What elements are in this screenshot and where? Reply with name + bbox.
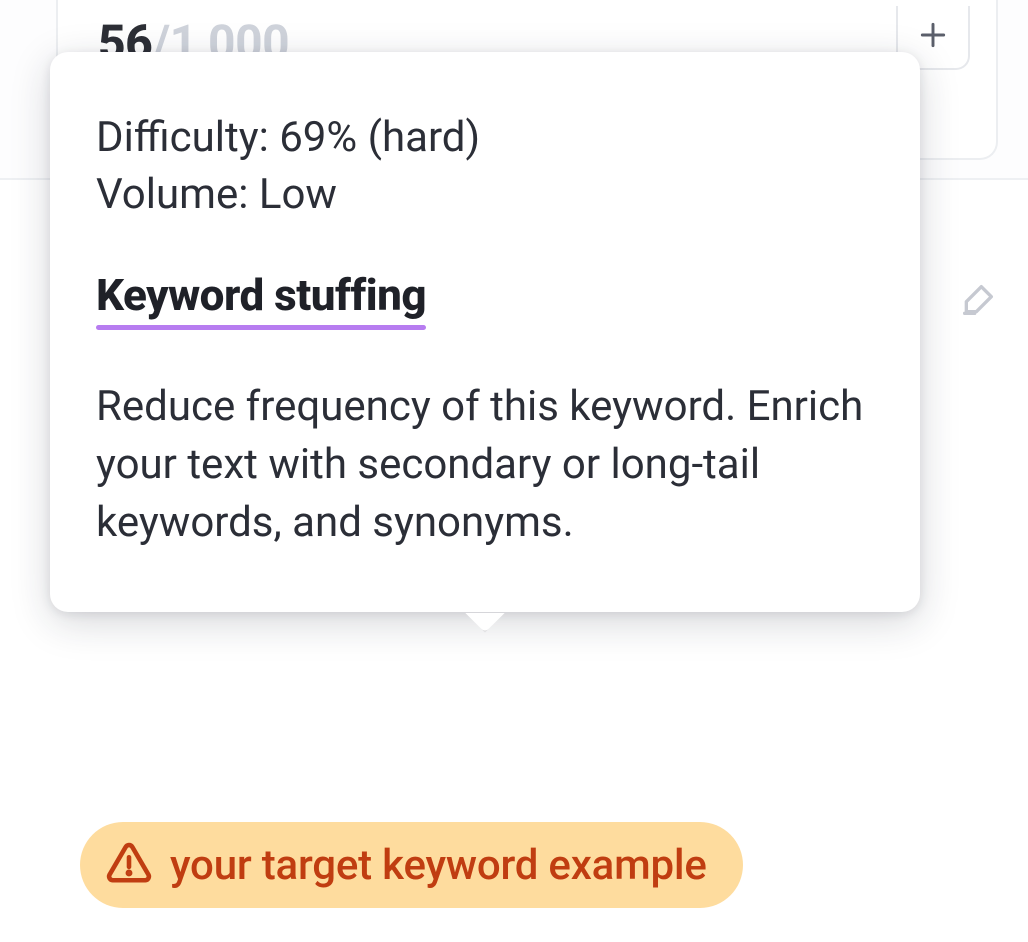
warning-triangle-icon — [106, 840, 152, 890]
heading-underline — [96, 325, 426, 330]
difficulty-qualifier: (hard) — [368, 113, 481, 162]
volume-value: Low — [259, 170, 337, 219]
tooltip-heading-text: Keyword stuffing — [96, 269, 426, 321]
keyword-warning-pill[interactable]: your target keyword example — [80, 822, 743, 908]
tooltip-description: Reduce frequency of this keyword. Enrich… — [96, 378, 874, 552]
volume-label: Volume: — [96, 170, 248, 219]
keyword-info-tooltip: Difficulty: 69% (hard) Volume: Low Keywo… — [50, 52, 920, 612]
volume-line: Volume: Low — [96, 167, 874, 224]
difficulty-line: Difficulty: 69% (hard) — [96, 110, 874, 167]
keyword-pill-text: your target keyword example — [170, 841, 707, 890]
highlight-icon — [958, 280, 998, 320]
difficulty-value: 69% — [279, 113, 357, 162]
plus-icon — [917, 19, 949, 55]
difficulty-label: Difficulty: — [96, 113, 269, 162]
tooltip-heading: Keyword stuffing — [96, 269, 426, 330]
